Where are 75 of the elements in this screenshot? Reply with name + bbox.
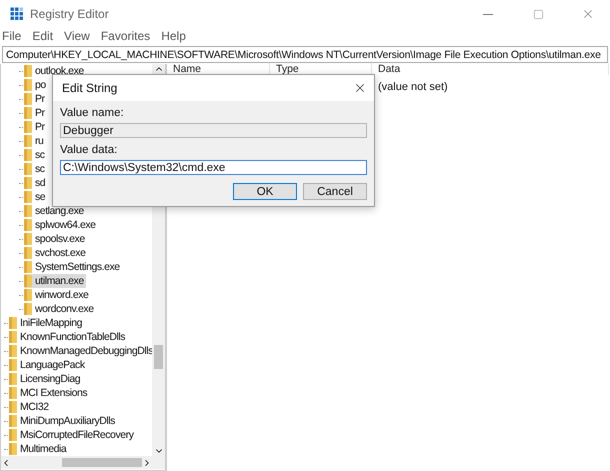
- field-label: Value data:: [60, 143, 118, 158]
- menu-item[interactable]: Edit: [32, 28, 54, 42]
- tree-item[interactable]: Multimedia: [9, 442, 68, 456]
- folder-icon: [9, 317, 17, 329]
- tree-item[interactable]: outlook.exe: [24, 64, 86, 78]
- folder-icon: [9, 443, 17, 455]
- tree-item[interactable]: LicensingDiag: [9, 372, 82, 386]
- address-bar[interactable]: Computer\HKEY_LOCAL_MACHINE\SOFTWARE\Microsoft\Windows NT\CurrentVersion\Image File Execution Options\utilman.exe: [2, 46, 608, 63]
- tree-item[interactable]: winword.exe: [24, 288, 90, 302]
- folder-icon: [24, 163, 32, 175]
- tree-item[interactable]: sd: [24, 176, 48, 190]
- folder-icon: [9, 387, 17, 399]
- tree-item[interactable]: po: [24, 78, 48, 92]
- folder-icon: [24, 135, 32, 147]
- folder-icon: [24, 247, 32, 259]
- folder-icon: [24, 79, 32, 91]
- tree-item[interactable]: ru: [24, 134, 46, 148]
- scroll-thumb[interactable]: [154, 345, 163, 369]
- tree-item[interactable]: spoolsv.exe: [24, 232, 87, 246]
- tree-item[interactable]: MsiCorruptedFileRecovery: [9, 428, 136, 442]
- folder-icon: [24, 205, 32, 217]
- tree-item[interactable]: svchost.exe: [24, 246, 88, 260]
- tree-item[interactable]: IniFileMapping: [9, 316, 84, 330]
- folder-icon: [24, 177, 32, 189]
- dialog-button[interactable]: Cancel: [303, 183, 367, 200]
- dialog-title: Edit String: [62, 81, 118, 95]
- window-title: Registry Editor: [30, 7, 110, 21]
- folder-icon: [9, 415, 17, 427]
- scroll-thumb[interactable]: [62, 458, 142, 467]
- tree-item[interactable]: Pr: [24, 120, 47, 134]
- folder-icon: [24, 93, 32, 105]
- folder-icon: [24, 289, 32, 301]
- folder-icon: [24, 191, 32, 203]
- table-cell-text: (value not set): [377, 80, 448, 94]
- tree-item[interactable]: se: [24, 190, 48, 204]
- folder-icon: [24, 121, 32, 133]
- tree-item[interactable]: MiniDumpAuxiliaryDlls: [9, 414, 117, 428]
- tree-item[interactable]: KnownFunctionTableDlls: [9, 330, 128, 344]
- tree-item[interactable]: MCI32: [9, 400, 51, 414]
- menu-item[interactable]: View: [64, 28, 90, 42]
- maximize-icon: [532, 8, 544, 20]
- tree-item[interactable]: Pr: [24, 106, 47, 120]
- tree-item[interactable]: wordconv.exe: [24, 302, 96, 316]
- folder-icon: [24, 65, 32, 77]
- folder-icon: [9, 401, 17, 413]
- tree-item[interactable]: sc: [24, 148, 47, 162]
- folder-icon: [9, 331, 17, 343]
- dialog-button[interactable]: OK: [233, 183, 297, 200]
- folder-icon: [24, 107, 32, 119]
- tree-item[interactable]: utilman.exe: [24, 274, 86, 288]
- folder-icon: [9, 359, 17, 371]
- tree-item[interactable]: sc: [24, 162, 47, 176]
- folder-icon: [24, 261, 32, 273]
- tree-item[interactable]: MCI Extensions: [9, 386, 90, 400]
- folder-icon: [24, 233, 32, 245]
- menu-item[interactable]: Favorites: [100, 28, 150, 42]
- field-label: Value name:: [60, 106, 125, 121]
- menu-item[interactable]: File: [2, 28, 22, 42]
- tree-item[interactable]: LanguagePack: [9, 358, 87, 372]
- horizontal-scrollbar[interactable]: [1, 456, 152, 469]
- tree-item[interactable]: setlang.exe: [24, 204, 86, 218]
- folder-icon: [9, 429, 17, 441]
- folder-icon: [24, 303, 32, 315]
- folder-icon: [9, 345, 17, 357]
- input-field[interactable]: Debugger: [60, 123, 367, 138]
- folder-icon: [9, 373, 17, 385]
- tree-item[interactable]: splwow64.exe: [24, 218, 98, 232]
- folder-icon: [24, 219, 32, 231]
- tree-item[interactable]: Pr: [24, 92, 47, 106]
- tree-item[interactable]: SystemSettings.exe: [24, 260, 122, 274]
- input-field[interactable]: C:\Windows\System32\cmd.exe: [60, 160, 367, 175]
- registry-icon: [10, 7, 24, 21]
- menu-item[interactable]: Help: [161, 28, 186, 42]
- folder-icon: [24, 275, 32, 287]
- folder-icon: [24, 149, 32, 161]
